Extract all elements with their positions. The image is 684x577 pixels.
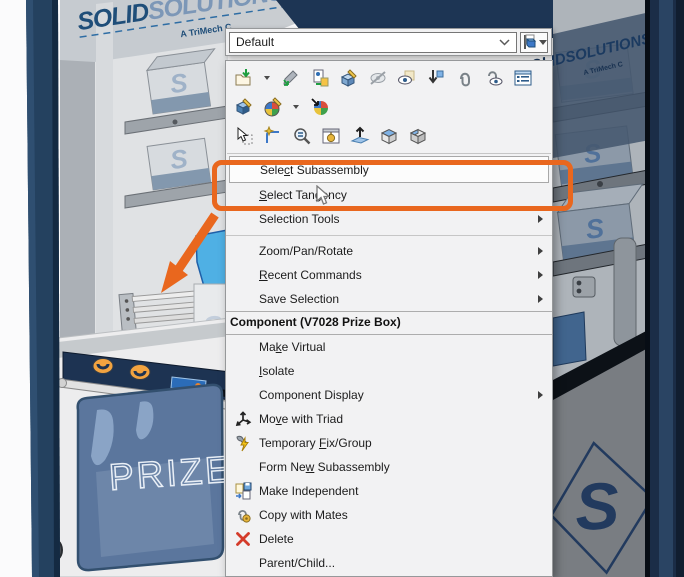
context-menu-list: Select Subassembly Select Tangency Selec…: [226, 156, 552, 575]
view-mates-icon[interactable]: [483, 67, 504, 89]
menu-section-header-component: Component (V7028 Prize Box): [226, 311, 552, 335]
context-toolbar-row-2: [233, 94, 552, 119]
edit-part-icon[interactable]: [233, 96, 254, 118]
menu-item-copy-with-mates[interactable]: Copy with Mates: [226, 503, 552, 527]
submenu-arrow-icon: [538, 391, 543, 399]
magnified-selection-icon[interactable]: [291, 125, 312, 147]
submenu-arrow-icon: [538, 295, 543, 303]
prize-text: PRIZE: [108, 448, 235, 498]
view-cube-corner-icon[interactable]: [407, 125, 428, 147]
context-toolbar-row-3: [233, 123, 552, 148]
menu-item-zoom-pan-rotate[interactable]: Zoom/Pan/Rotate: [226, 239, 552, 263]
temporary-fix-group-icon: [226, 434, 259, 452]
menu-separator: [226, 231, 552, 239]
menu-item-select-tangency[interactable]: Select Tangency: [226, 183, 552, 207]
menu-item-component-display[interactable]: Component Display: [226, 383, 552, 407]
copy-with-mates-icon: [226, 506, 259, 524]
display-state-button[interactable]: [520, 32, 548, 53]
reload-components-icon[interactable]: [280, 67, 301, 89]
menu-item-selection-tools[interactable]: Selection Tools: [226, 207, 552, 231]
component-properties-icon[interactable]: [512, 67, 533, 89]
solidworks-viewport: { "colors": { "annotation_orange": "#E96…: [0, 0, 684, 577]
menu-item-recent-commands[interactable]: Recent Commands: [226, 263, 552, 287]
hide-components-icon[interactable]: [367, 67, 388, 89]
view-cube-top-icon[interactable]: [378, 125, 399, 147]
menu-item-isolate[interactable]: Isolate: [226, 359, 552, 383]
configuration-value: Default: [236, 35, 274, 49]
menu-item-parent-child[interactable]: Parent/Child...: [226, 551, 552, 575]
submenu-arrow-icon: [538, 215, 543, 223]
preview-window-icon[interactable]: [320, 125, 341, 147]
select-other-icon[interactable]: [233, 125, 254, 147]
menu-item-select-subassembly[interactable]: Select Subassembly: [229, 156, 549, 183]
menu-item-temporary-fix-group[interactable]: Temporary Fix/Group: [226, 431, 552, 455]
appearances-icon[interactable]: [262, 96, 283, 118]
move-with-triad-icon: [226, 410, 259, 428]
menu-item-delete[interactable]: Delete: [226, 527, 552, 551]
display-state-flag-icon: [522, 34, 538, 50]
menu-item-form-new-subassembly[interactable]: Form New Subassembly: [226, 455, 552, 479]
prize-window: PRIZE: [78, 385, 235, 570]
submenu-arrow-icon: [538, 247, 543, 255]
svg-text:S: S: [573, 468, 621, 544]
configuration-bar: Default: [225, 28, 552, 56]
open-subassembly-icon[interactable]: [233, 67, 254, 89]
delete-icon: [226, 530, 259, 548]
menu-item-make-virtual[interactable]: Make Virtual: [226, 335, 552, 359]
toolbar-menu-divider: [227, 153, 551, 154]
float-component-icon[interactable]: [349, 125, 370, 147]
svg-text:S: S: [584, 213, 606, 245]
menu-item-move-with-triad[interactable]: Move with Triad: [226, 407, 552, 431]
edit-feature-icon[interactable]: [338, 67, 359, 89]
make-independent-icon: [226, 482, 259, 500]
configuration-combobox[interactable]: Default: [229, 32, 517, 53]
suppress-icon[interactable]: [425, 67, 446, 89]
chevron-down-icon: [539, 40, 547, 45]
chevron-down-icon: [499, 39, 510, 46]
menu-item-make-independent[interactable]: Make Independent: [226, 479, 552, 503]
menu-item-save-selection[interactable]: Save Selection: [226, 287, 552, 311]
replace-components-icon[interactable]: [309, 67, 330, 89]
context-menu: Select Subassembly Select Tangency Selec…: [225, 60, 553, 577]
custom-selection-icon[interactable]: [262, 125, 283, 147]
mate-icon[interactable]: [454, 67, 475, 89]
context-toolbar-row-1: [233, 65, 552, 90]
show-hidden-components-icon[interactable]: [396, 67, 417, 89]
chevron-down-icon[interactable]: [262, 76, 272, 80]
submenu-arrow-icon: [538, 271, 543, 279]
chevron-down-icon[interactable]: [291, 105, 301, 109]
copy-appearance-icon[interactable]: [309, 96, 330, 118]
